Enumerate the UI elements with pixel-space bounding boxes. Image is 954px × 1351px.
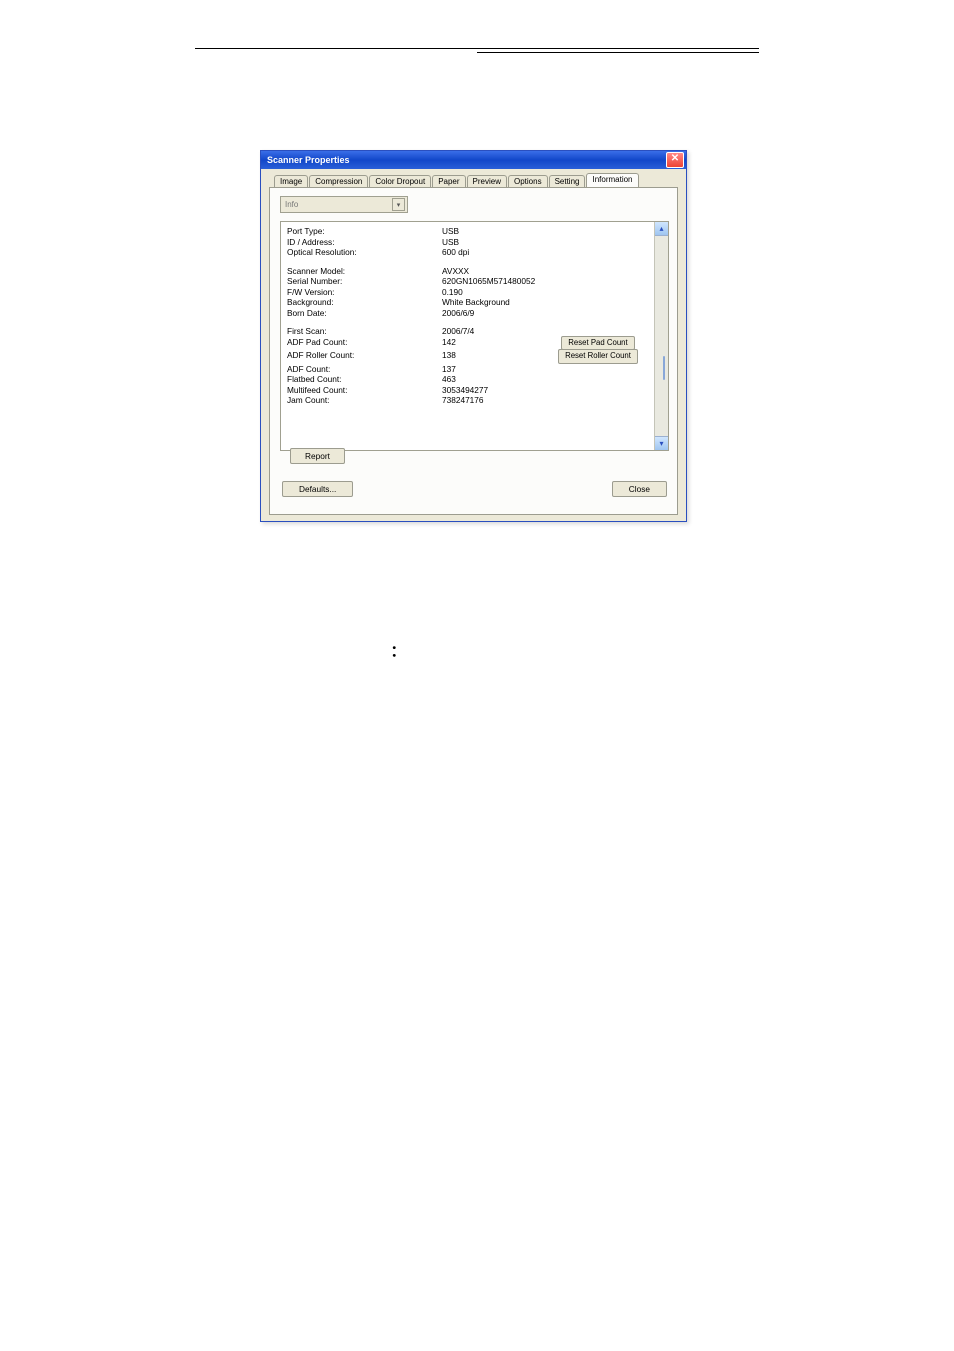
reset-pad-count-button[interactable]: Reset Pad Count [561, 336, 634, 351]
tab-strip: Image Compression Color Dropout Paper Pr… [274, 173, 678, 187]
info-listing: Port Type:USB ID / Address:USB Optical R… [280, 221, 669, 451]
v-background: White Background [442, 297, 648, 308]
k-fw: F/W Version: [287, 287, 442, 298]
close-icon[interactable]: ✕ [666, 152, 684, 168]
window-title: Scanner Properties [267, 155, 350, 165]
v-jam: 738247176 [442, 395, 548, 406]
dialog-screenshot: Scanner Properties ✕ Image Compression C… [260, 150, 685, 522]
defaults-button[interactable]: Defaults... [282, 481, 353, 497]
dialog-footer: Defaults... Close [280, 481, 669, 499]
k-first-scan: First Scan: [287, 326, 442, 337]
scroll-up-icon[interactable]: ▴ [655, 222, 668, 236]
close-button[interactable]: Close [612, 481, 667, 497]
k-adf-roller: ADF Roller Count: [287, 350, 442, 364]
k-port-type: Port Type: [287, 226, 442, 237]
v-adf-pad: 142 [442, 337, 548, 351]
titlebar: Scanner Properties ✕ [261, 151, 686, 169]
reset-roller-count-button[interactable]: Reset Roller Count [558, 349, 638, 364]
dialog-body: Image Compression Color Dropout Paper Pr… [261, 169, 686, 521]
info-block-scanner: Scanner Model:AVXXX Serial Number:620GN1… [287, 266, 648, 319]
v-model: AVXXX [442, 266, 648, 277]
k-background: Background: [287, 297, 442, 308]
k-born: Born Date: [287, 308, 442, 319]
scroll-thumb[interactable] [663, 356, 665, 380]
v-port-type: USB [442, 226, 648, 237]
v-optical-res: 600 dpi [442, 247, 648, 258]
info-block-counts: First Scan:2006/7/4 ADF Pad Count:142 Res… [287, 326, 648, 406]
report-button[interactable]: Report [290, 448, 345, 464]
k-adf-count: ADF Count: [287, 364, 442, 375]
v-adf-count: 137 [442, 364, 548, 375]
chevron-down-icon[interactable]: ▾ [392, 198, 405, 211]
info-listing-main: Port Type:USB ID / Address:USB Optical R… [281, 222, 654, 450]
tab-content-information: Info ▾ Port Type:USB ID / Address:USB Op… [269, 187, 678, 515]
v-serial: 620GN1065M571480052 [442, 276, 648, 287]
figure-caption-colon: ： [383, 640, 413, 661]
v-flatbed: 463 [442, 374, 548, 385]
v-born: 2006/6/9 [442, 308, 648, 319]
scanner-properties-dialog: Scanner Properties ✕ Image Compression C… [260, 150, 687, 522]
scrollbar[interactable]: ▴ ▾ [654, 222, 668, 450]
page-header-rule [195, 48, 759, 69]
tab-information[interactable]: Information [586, 173, 638, 187]
info-select[interactable]: Info ▾ [280, 196, 408, 213]
info-block-port: Port Type:USB ID / Address:USB Optical R… [287, 226, 648, 258]
k-optical-res: Optical Resolution: [287, 247, 442, 258]
scroll-down-icon[interactable]: ▾ [655, 436, 668, 450]
k-serial: Serial Number: [287, 276, 442, 287]
v-multifeed: 3053494277 [442, 385, 548, 396]
v-fw: 0.190 [442, 287, 648, 298]
k-id-address: ID / Address: [287, 237, 442, 248]
v-adf-roller: 138 [442, 350, 548, 364]
k-model: Scanner Model: [287, 266, 442, 277]
k-multifeed: Multifeed Count: [287, 385, 442, 396]
k-flatbed: Flatbed Count: [287, 374, 442, 385]
k-adf-pad: ADF Pad Count: [287, 337, 442, 351]
v-first-scan: 2006/7/4 [442, 326, 548, 337]
k-jam: Jam Count: [287, 395, 442, 406]
v-id-address: USB [442, 237, 648, 248]
info-select-value: Info [285, 200, 298, 209]
